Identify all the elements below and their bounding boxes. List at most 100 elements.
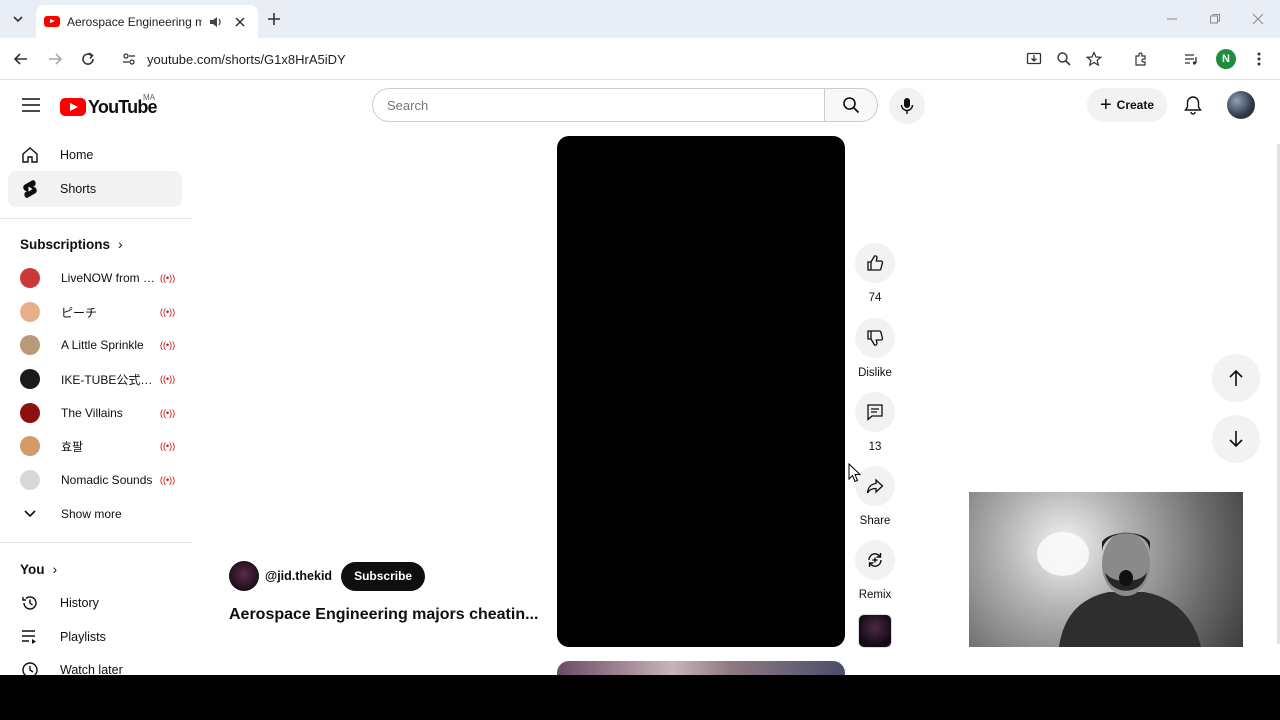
remix-button[interactable] — [855, 540, 895, 580]
close-window-icon[interactable] — [1249, 10, 1267, 28]
url-text: youtube.com/shorts/G1x8HrA5iDY — [147, 51, 346, 67]
forward-arrow-icon[interactable] — [44, 48, 66, 70]
chevron-right-icon: › — [52, 561, 58, 577]
sidebar-item-playlists[interactable]: Playlists — [8, 619, 182, 655]
back-arrow-icon[interactable] — [10, 48, 32, 70]
show-more-label: Show more — [61, 507, 122, 521]
sidebar-item-home[interactable]: Home — [8, 137, 182, 173]
like-count: 74 — [868, 292, 882, 304]
search-icon — [843, 97, 860, 114]
short-channel-row: @jid.thekid Subscribe — [229, 561, 426, 591]
channel-handle[interactable]: @jid.thekid — [265, 569, 332, 583]
zoom-icon[interactable] — [1053, 48, 1075, 70]
divider — [0, 542, 192, 543]
account-avatar[interactable] — [1227, 91, 1255, 119]
sidebar-item-shorts[interactable]: Shorts — [8, 171, 182, 207]
channel-name: ピーチ — [61, 305, 98, 320]
channel-avatar — [20, 369, 40, 389]
reload-icon[interactable] — [77, 48, 99, 70]
thumbs-up-icon — [867, 255, 884, 271]
live-indicator-icon: ((•)) — [160, 273, 176, 283]
browser-window: Aerospace Engineering majors cheating — [0, 0, 1280, 675]
minimize-icon[interactable] — [1163, 10, 1181, 28]
sidebar: Home Shorts Subscriptions › LiveNOW from… — [0, 137, 192, 675]
live-indicator-icon: ((•)) — [160, 408, 176, 418]
sidebar-item-watch-later[interactable]: Watch later — [8, 652, 182, 675]
live-indicator-icon: ((•)) — [160, 340, 176, 350]
subscription-item[interactable]: 효팔 ((•)) — [20, 431, 180, 461]
channel-avatar — [20, 403, 40, 423]
search-input[interactable] — [387, 97, 807, 113]
divider — [0, 218, 192, 219]
create-button[interactable]: + Create — [1087, 88, 1167, 122]
channel-name: IKE-TUBE公式CH — [61, 372, 156, 387]
voice-search-button[interactable] — [889, 88, 925, 124]
microphone-icon — [900, 98, 914, 114]
profile-avatar[interactable]: N — [1216, 49, 1236, 69]
thumbs-down-icon — [867, 330, 884, 346]
subscriptions-heading[interactable]: Subscriptions › — [20, 236, 123, 252]
short-title[interactable]: Aerospace Engineering majors cheatin... — [229, 606, 539, 624]
search-box[interactable] — [372, 88, 824, 122]
comments-button[interactable] — [855, 392, 895, 432]
subscription-item[interactable]: IKE-TUBE公式CH ((•)) — [20, 364, 180, 394]
extensions-puzzle-icon[interactable] — [1130, 48, 1152, 70]
channel-avatar — [20, 335, 40, 355]
you-heading[interactable]: You › — [20, 561, 57, 577]
channel-avatar — [20, 436, 40, 456]
subscription-item[interactable]: LiveNOW from FOX ((•)) — [20, 263, 180, 293]
new-tab-plus-icon[interactable] — [264, 9, 284, 29]
channel-avatar — [20, 302, 40, 322]
show-more-button[interactable]: Show more — [20, 499, 180, 529]
close-tab-icon[interactable] — [232, 14, 248, 30]
subscription-item[interactable]: ピーチ ((•)) — [20, 297, 180, 327]
bookmark-star-icon[interactable] — [1083, 48, 1105, 70]
subscribe-button[interactable]: Subscribe — [341, 561, 426, 591]
subscription-item[interactable]: The Villains ((•)) — [20, 398, 180, 428]
sidebar-item-label: Playlists — [60, 630, 106, 644]
live-indicator-icon: ((•)) — [160, 307, 176, 317]
like-button[interactable] — [855, 243, 895, 283]
previous-short-button[interactable] — [1212, 354, 1260, 402]
search-button[interactable] — [824, 88, 878, 122]
subscription-item[interactable]: Nomadic Sounds ((•)) — [20, 465, 180, 495]
share-label: Share — [859, 515, 891, 527]
hamburger-menu-icon[interactable] — [19, 93, 43, 117]
subscriptions-heading-label: Subscriptions — [20, 236, 111, 252]
next-short-button[interactable] — [1212, 415, 1260, 463]
restore-icon[interactable] — [1206, 10, 1224, 28]
sidebar-item-label: History — [60, 596, 99, 610]
playlists-icon — [18, 625, 42, 649]
youtube-favicon-icon — [44, 16, 60, 27]
comments-action: 13 — [855, 392, 895, 453]
home-icon — [18, 143, 42, 167]
browser-menu-icon[interactable] — [1248, 48, 1270, 70]
dislike-button[interactable] — [855, 318, 895, 358]
short-video-player[interactable] — [557, 136, 845, 647]
webcam-person-image — [1037, 532, 1201, 647]
channel-avatar — [20, 470, 40, 490]
share-arrow-icon — [866, 478, 884, 494]
notifications-bell-icon[interactable] — [1180, 92, 1206, 118]
media-controls-icon[interactable] — [1180, 48, 1202, 70]
sidebar-item-history[interactable]: History — [8, 585, 182, 621]
live-indicator-icon: ((•)) — [160, 475, 176, 485]
like-action: 74 — [855, 243, 895, 304]
comment-icon — [867, 404, 883, 421]
dislike-label: Dislike — [858, 367, 892, 379]
next-short-preview[interactable] — [557, 661, 845, 675]
webcam-overlay — [969, 492, 1243, 647]
site-info-icon[interactable] — [118, 48, 140, 70]
comment-count: 13 — [868, 441, 882, 453]
active-tab[interactable]: Aerospace Engineering majors cheating — [36, 5, 258, 38]
sound-thumbnail[interactable] — [858, 614, 892, 648]
shorts-icon — [18, 177, 42, 201]
speaker-icon[interactable] — [208, 14, 224, 30]
address-bar[interactable]: youtube.com/shorts/G1x8HrA5iDY — [112, 43, 1112, 75]
subscription-item[interactable]: A Little Sprinkle ((•)) — [20, 330, 180, 360]
channel-avatar[interactable] — [229, 561, 259, 591]
sidebar-item-label: Home — [60, 148, 94, 162]
tab-search-chevron-icon[interactable] — [6, 7, 30, 31]
channel-name: Nomadic Sounds — [61, 473, 153, 487]
install-app-icon[interactable] — [1023, 48, 1045, 70]
